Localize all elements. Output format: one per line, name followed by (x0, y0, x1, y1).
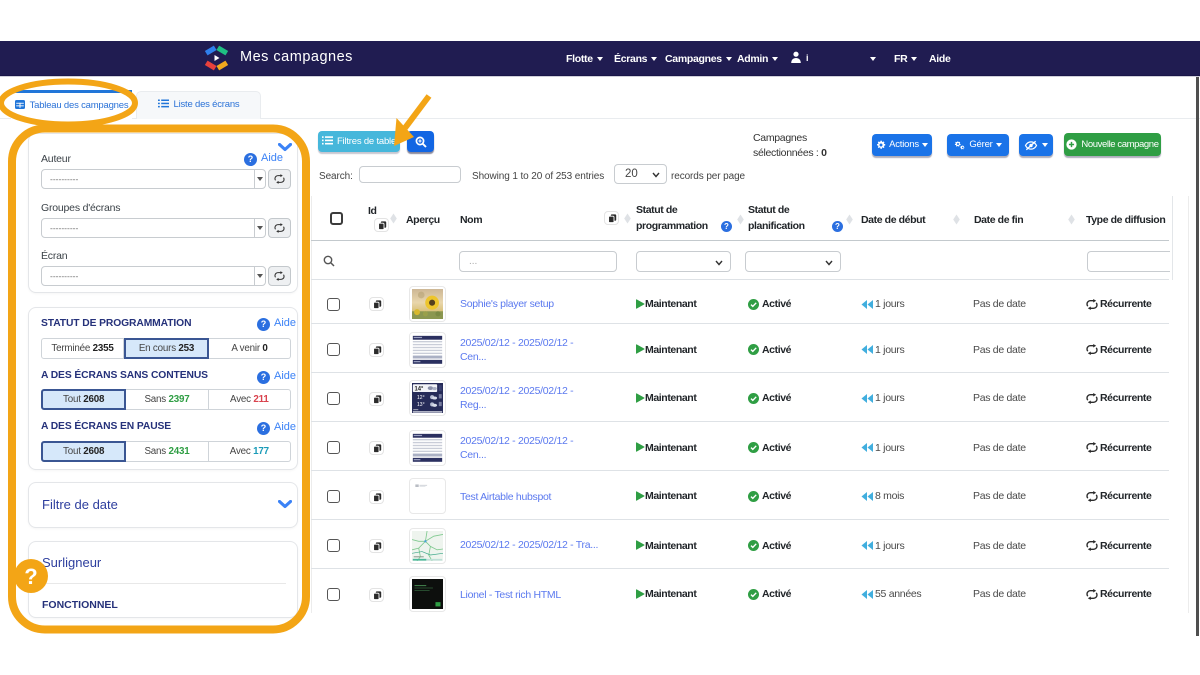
svg-text:12°: 12° (417, 395, 425, 401)
svg-text:14°: 14° (415, 386, 424, 392)
svg-text:13°: 13° (417, 402, 425, 408)
